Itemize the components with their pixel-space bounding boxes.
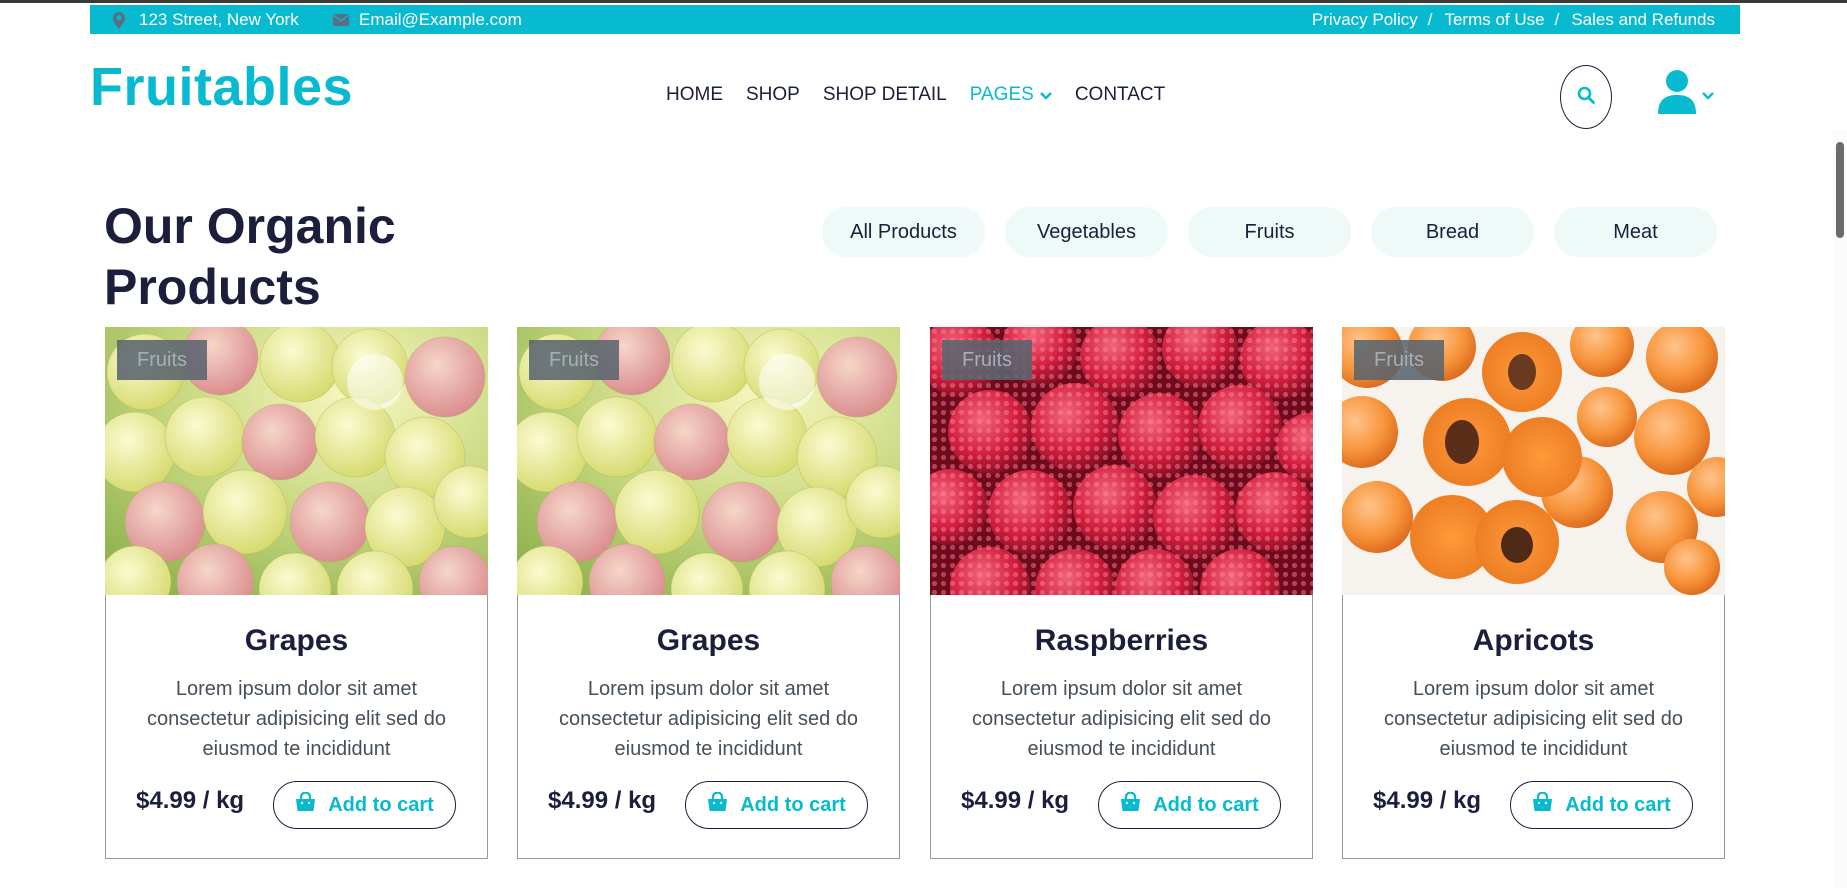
window-top-edge [0, 0, 1847, 3]
privacy-policy-link[interactable]: Privacy Policy [1312, 10, 1418, 30]
product-card: Fruits Grapes Lorem ipsum dolor sit amet… [105, 327, 488, 859]
category-badge: Fruits [117, 340, 207, 380]
product-card: Fruits Apricots Lorem ipsum dolor sit am… [1342, 327, 1725, 859]
main-nav: HOME SHOP SHOP DETAIL PAGES CONTACT [666, 84, 1188, 106]
filter-fruits[interactable]: Fruits [1188, 207, 1351, 257]
filter-meat[interactable]: Meat [1554, 207, 1717, 257]
add-to-cart-label: Add to cart [740, 793, 846, 816]
add-to-cart-label: Add to cart [1153, 793, 1259, 816]
product-name[interactable]: Grapes [518, 624, 899, 658]
search-icon [1577, 86, 1595, 109]
product-image-grapes[interactable]: Fruits [105, 327, 488, 595]
link-separator: / [1427, 10, 1433, 29]
category-badge: Fruits [942, 340, 1032, 380]
top-info-bar: 123 Street, New York Email@Example.com P… [90, 5, 1740, 34]
product-image-raspberries[interactable]: Fruits [930, 327, 1313, 595]
category-badge: Fruits [1354, 340, 1444, 380]
terms-of-use-link[interactable]: Terms of Use [1444, 10, 1544, 30]
category-badge: Fruits [529, 340, 619, 380]
product-name[interactable]: Grapes [106, 624, 487, 658]
shopping-bag-icon [1532, 791, 1565, 818]
address-item: 123 Street, New York [113, 10, 299, 30]
email-item[interactable]: Email@Example.com [333, 10, 522, 30]
add-to-cart-button[interactable]: Add to cart [1098, 781, 1281, 829]
add-to-cart-button[interactable]: Add to cart [1510, 781, 1693, 829]
page-scrollbar[interactable] [1833, 130, 1847, 888]
nav-shop[interactable]: SHOP [746, 84, 800, 106]
product-name[interactable]: Apricots [1343, 624, 1724, 658]
product-name[interactable]: Raspberries [931, 624, 1312, 658]
nav-contact[interactable]: CONTACT [1075, 84, 1165, 106]
section-title: Our Organic Products [104, 198, 396, 315]
shopping-bag-icon [1120, 791, 1153, 818]
product-price: $4.99 / kg [961, 787, 1070, 814]
email-text: Email@Example.com [359, 10, 522, 29]
link-separator: / [1554, 10, 1560, 29]
scrollbar-thumb[interactable] [1836, 142, 1844, 238]
nav-shop-detail[interactable]: SHOP DETAIL [823, 84, 947, 106]
envelope-icon [333, 14, 349, 26]
product-image-grapes[interactable]: Fruits [517, 327, 900, 595]
chevron-down-icon [1034, 84, 1052, 106]
filter-all-products[interactable]: All Products [822, 207, 985, 257]
address-text: 123 Street, New York [139, 10, 299, 29]
product-description: Lorem ipsum dolor sit amet consectetur a… [146, 678, 447, 760]
search-button[interactable] [1560, 65, 1612, 129]
shopping-bag-icon [295, 791, 328, 818]
product-image-apricots[interactable]: Fruits [1342, 327, 1725, 595]
product-price: $4.99 / kg [548, 787, 657, 814]
map-marker-icon [113, 11, 125, 29]
product-card: Fruits Raspberries Lorem ipsum dolor sit… [930, 327, 1313, 859]
user-account-button[interactable] [1658, 70, 1714, 119]
shopping-bag-icon [707, 791, 740, 818]
user-icon [1658, 70, 1696, 119]
chevron-down-icon [1702, 87, 1714, 105]
add-to-cart-button[interactable]: Add to cart [273, 781, 456, 829]
add-to-cart-label: Add to cart [1565, 793, 1671, 816]
product-price: $4.99 / kg [1373, 787, 1482, 814]
nav-pages[interactable]: PAGES [970, 84, 1052, 106]
product-price: $4.99 / kg [136, 787, 245, 814]
add-to-cart-button[interactable]: Add to cart [685, 781, 868, 829]
add-to-cart-label: Add to cart [328, 793, 434, 816]
nav-pages-label: PAGES [969, 84, 1034, 105]
nav-home[interactable]: HOME [666, 84, 723, 106]
category-filters: All Products Vegetables Fruits Bread Mea… [822, 207, 1717, 257]
filter-bread[interactable]: Bread [1371, 207, 1534, 257]
site-logo[interactable]: Fruitables [90, 56, 353, 118]
product-card: Fruits Grapes Lorem ipsum dolor sit amet… [517, 327, 900, 859]
product-description: Lorem ipsum dolor sit amet consectetur a… [558, 678, 859, 760]
product-description: Lorem ipsum dolor sit amet consectetur a… [1383, 678, 1684, 760]
policy-links: Privacy Policy / Terms of Use / Sales an… [1312, 10, 1715, 30]
filter-vegetables[interactable]: Vegetables [1005, 207, 1168, 257]
sales-refunds-link[interactable]: Sales and Refunds [1571, 10, 1715, 30]
product-description: Lorem ipsum dolor sit amet consectetur a… [971, 678, 1272, 760]
